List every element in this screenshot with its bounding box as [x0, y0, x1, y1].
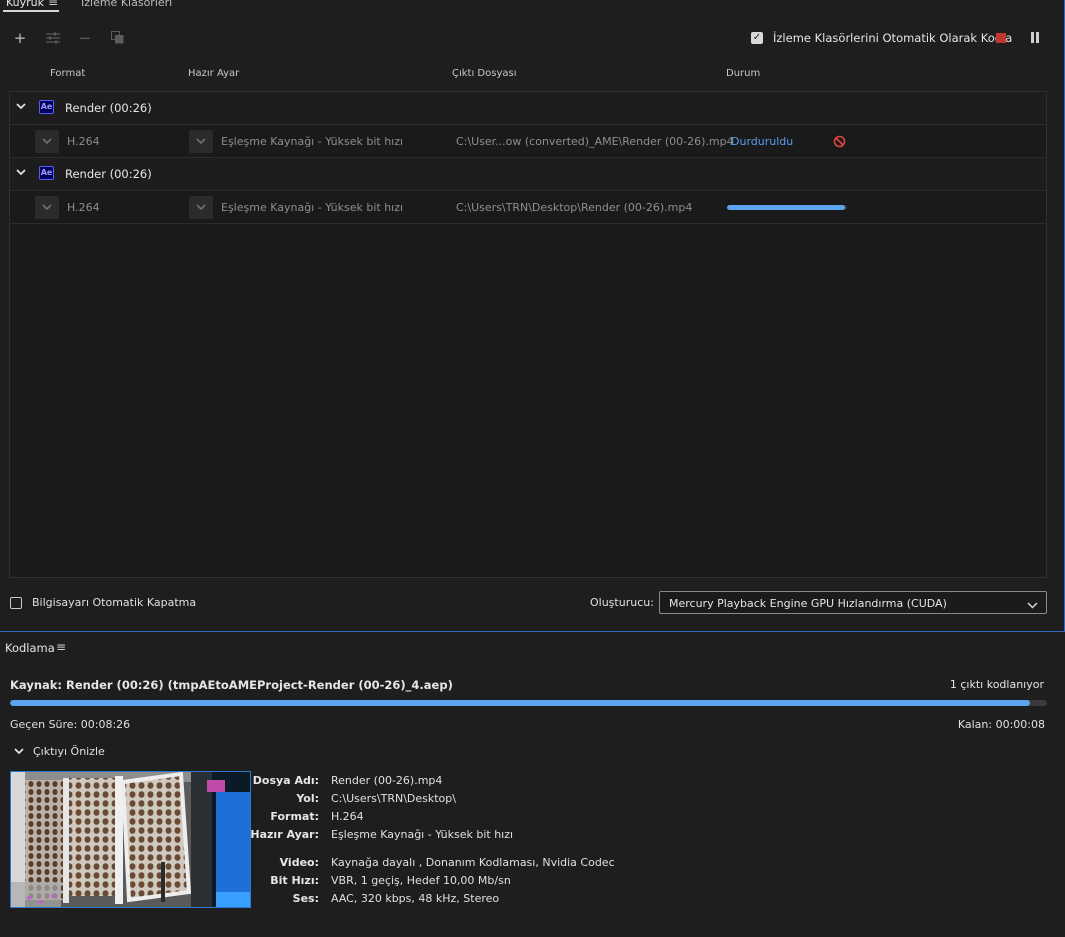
queue-panel: Kuyruk ≡ İzleme Klasörleri + − ✓ İzleme …	[0, 0, 1065, 632]
detail-label: Video:	[279, 856, 319, 869]
chevron-down-icon[interactable]	[14, 748, 24, 755]
encoding-progress-fill	[10, 700, 1031, 706]
queue-item-format[interactable]: H.264	[67, 201, 100, 214]
encoding-panel-title[interactable]: Kodlama	[5, 641, 55, 655]
renderer-selected-value: Mercury Playback Engine GPU Hızlandırma …	[669, 597, 947, 610]
queue-list: Ae Render (00:26) H.264 Eşleşme Kaynağı …	[9, 91, 1047, 578]
queue-group-row[interactable]: Ae Render (00:26)	[10, 92, 1046, 125]
tab-queue[interactable]: Kuyruk	[6, 0, 44, 9]
format-dropdown-button[interactable]	[35, 130, 59, 153]
remaining-time: Kalan: 00:00:08	[957, 718, 1045, 731]
queue-group-row[interactable]: Ae Render (00:26)	[10, 158, 1046, 191]
settings-sliders-icon[interactable]	[43, 28, 63, 48]
preview-output-label: Çıktıyı Önizle	[33, 745, 105, 758]
queue-toolbar: + − ✓ İzleme Klasörlerini Otomatik Olara…	[0, 26, 1064, 50]
queue-tabbar: Kuyruk ≡ İzleme Klasörleri	[0, 0, 1064, 12]
encoding-panel: Kodlama ≡ Kaynak: Render (00:26) (tmpAEt…	[0, 634, 1065, 937]
hamburger-menu-icon[interactable]: ≡	[56, 640, 66, 654]
chevron-down-icon[interactable]	[16, 103, 26, 113]
add-source-icon[interactable]: +	[10, 28, 30, 48]
detail-value: VBR, 1 geçiş, Hedef 10,00 Mb/sn	[331, 874, 511, 887]
auto-encode-label: İzleme Klasörlerini Otomatik Olarak Kodl…	[773, 31, 1013, 45]
auto-shutdown-checkbox[interactable]	[10, 596, 22, 609]
queue-column-headers: Format Hazır Ayar Çıktı Dosyası Durum	[0, 68, 1064, 84]
queue-item-progress-fill	[727, 205, 845, 210]
detail-label: Dosya Adı:	[252, 774, 319, 787]
after-effects-icon: Ae	[39, 166, 54, 180]
pause-queue-button[interactable]	[1031, 32, 1039, 43]
encoding-source: Kaynak: Render (00:26) (tmpAEtoAMEProjec…	[10, 678, 453, 692]
elapsed-time: Geçen Süre: 00:08:26	[10, 718, 131, 731]
queue-item-preset[interactable]: Eşleşme Kaynağı - Yüksek bit hızı	[221, 135, 403, 148]
remove-icon[interactable]: −	[75, 28, 95, 48]
detail-value: H.264	[331, 810, 364, 823]
auto-encode-toggle[interactable]: ✓ İzleme Klasörlerini Otomatik Olarak Ko…	[751, 31, 1012, 45]
detail-label: Ses:	[292, 892, 319, 905]
hamburger-menu-icon[interactable]: ≡	[48, 0, 58, 9]
detail-value: Kaynağa dayalı , Donanım Kodlaması, Nvid…	[331, 856, 615, 869]
ban-icon	[833, 135, 846, 148]
detail-value: Render (00-26).mp4	[331, 774, 443, 787]
output-preview-thumbnail	[10, 771, 251, 908]
preset-dropdown-button[interactable]	[189, 196, 213, 219]
chevron-down-icon[interactable]	[16, 169, 26, 179]
detail-label: Format:	[270, 810, 319, 823]
queue-item-row[interactable]: H.264 Eşleşme Kaynağı - Yüksek bit hızı …	[10, 125, 1046, 158]
column-header-format[interactable]: Format	[50, 68, 85, 79]
queue-item-output-path[interactable]: C:\User...ow (converted)_AME\Render (00-…	[456, 135, 734, 148]
queue-item-format[interactable]: H.264	[67, 135, 100, 148]
auto-shutdown-label: Bilgisayarı Otomatik Kapatma	[32, 596, 197, 609]
format-dropdown-button[interactable]	[35, 196, 59, 219]
queue-group-title: Render (00:26)	[65, 167, 152, 181]
column-header-status[interactable]: Durum	[726, 68, 760, 79]
encoding-progress-bar	[10, 700, 1047, 706]
encoding-output-count: 1 çıktı kodlanıyor	[949, 678, 1044, 691]
after-effects-icon: Ae	[39, 100, 54, 114]
queue-group-title: Render (00:26)	[65, 101, 152, 115]
detail-value: Eşleşme Kaynağı - Yüksek bit hızı	[331, 828, 514, 841]
detail-label: Hazır Ayar:	[250, 828, 319, 841]
queue-item-progress-bar	[727, 205, 847, 210]
detail-label: Bit Hızı:	[270, 874, 319, 887]
column-header-output[interactable]: Çıktı Dosyası	[452, 68, 517, 79]
preset-dropdown-button[interactable]	[189, 130, 213, 153]
queue-item-preset[interactable]: Eşleşme Kaynağı - Yüksek bit hızı	[221, 201, 403, 214]
column-header-preset[interactable]: Hazır Ayar	[188, 68, 239, 79]
renderer-select[interactable]: Mercury Playback Engine GPU Hızlandırma …	[659, 591, 1047, 614]
queue-item-status: Durduruldu	[731, 135, 794, 148]
auto-shutdown-toggle[interactable]: Bilgisayarı Otomatik Kapatma	[10, 596, 196, 609]
detail-label: Yol:	[296, 792, 319, 805]
queue-item-output-path[interactable]: C:\Users\TRN\Desktop\Render (00-26).mp4	[456, 201, 692, 214]
detail-value: C:\Users\TRN\Desktop\	[331, 792, 456, 805]
tab-watch-folders[interactable]: İzleme Klasörleri	[81, 0, 172, 9]
tab-active-indicator	[3, 10, 59, 12]
preview-output-toggle[interactable]: Çıktıyı Önizle	[14, 745, 105, 758]
renderer-label: Oluşturucu:	[590, 596, 654, 609]
stop-queue-button[interactable]	[996, 33, 1006, 43]
chevron-down-icon	[1027, 599, 1038, 612]
auto-encode-checkbox[interactable]: ✓	[751, 32, 763, 44]
duplicate-icon[interactable]	[107, 28, 127, 48]
detail-value: AAC, 320 kbps, 48 kHz, Stereo	[331, 892, 500, 905]
queue-item-row[interactable]: H.264 Eşleşme Kaynağı - Yüksek bit hızı …	[10, 191, 1046, 224]
